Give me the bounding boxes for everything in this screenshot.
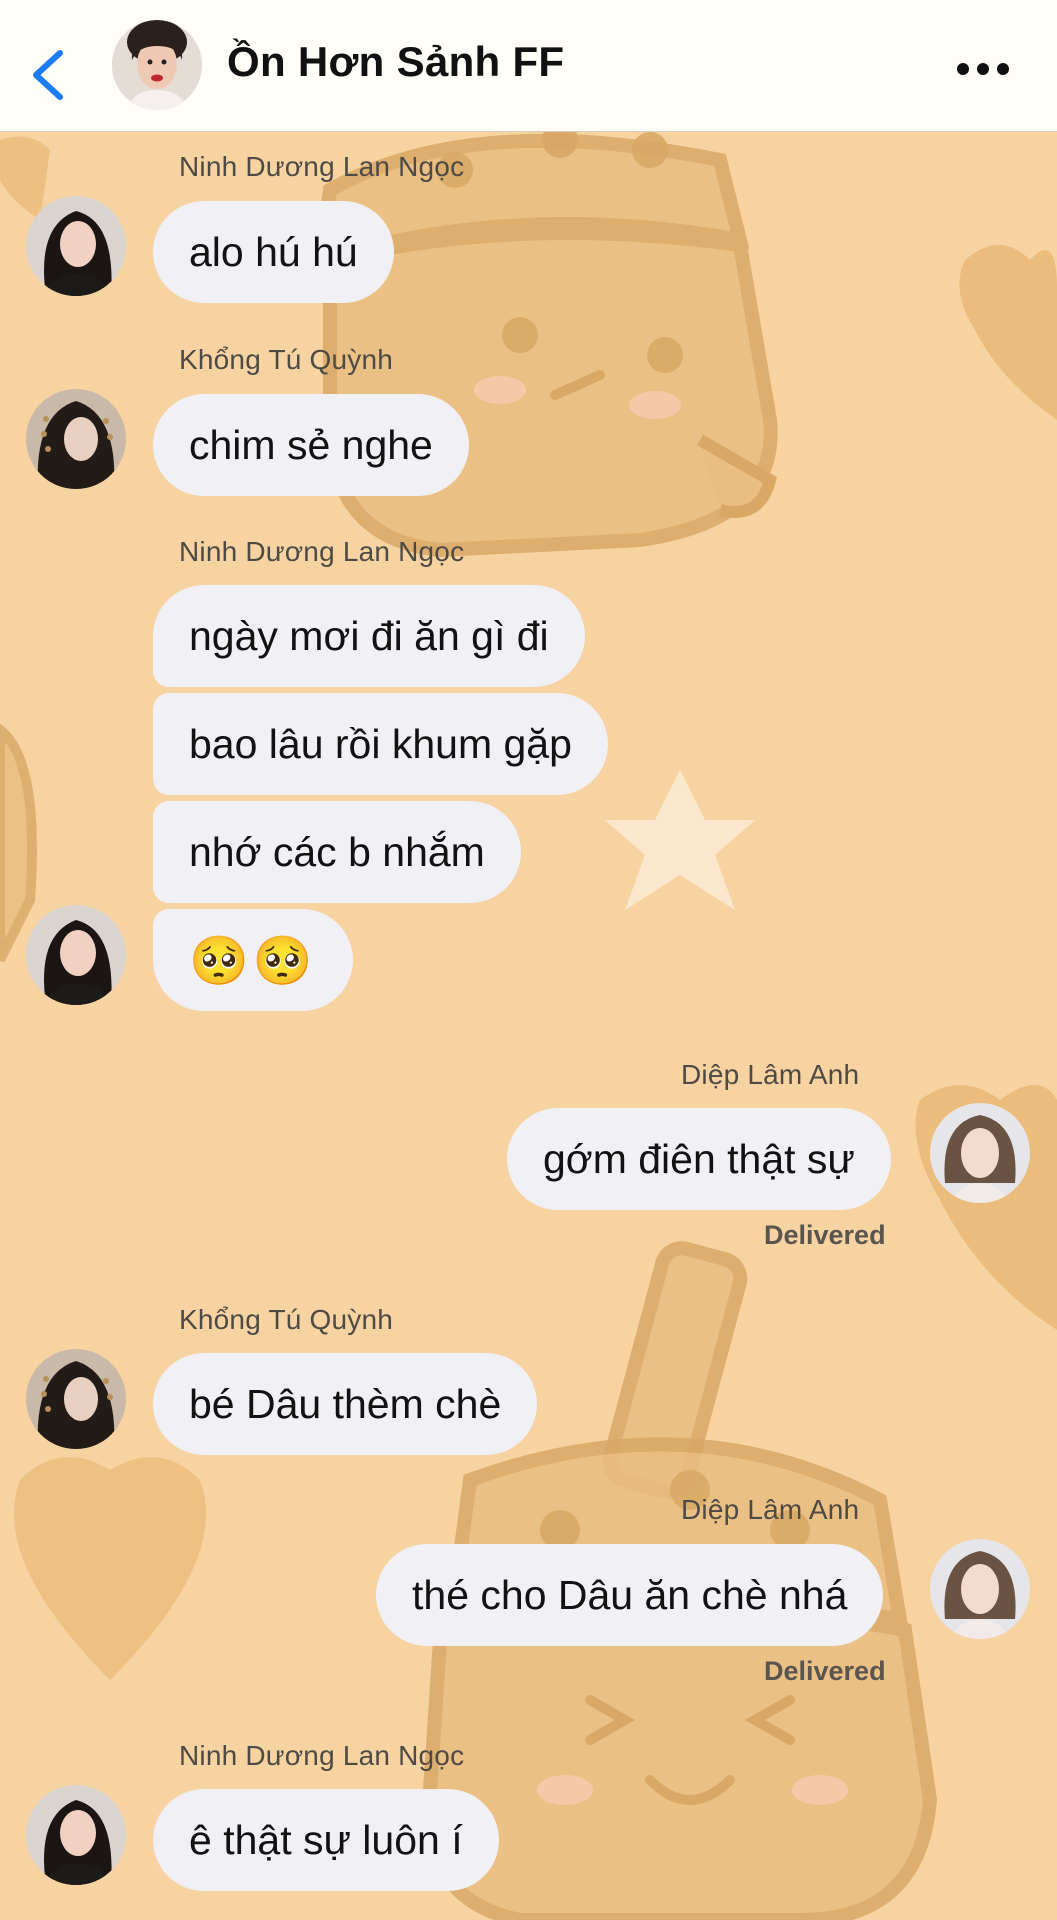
avatar-lan-ngoc[interactable] [26,196,126,296]
sender-name: Ninh Dương Lan Ngọc [179,151,465,182]
sender-name: Ninh Dương Lan Ngọc [179,536,465,567]
sender-name: Diệp Lâm Anh [681,1494,860,1525]
avatar-tu-quynh[interactable] [26,389,126,489]
message-bubble[interactable]: bé Dâu thèm chè [153,1353,538,1455]
message-bubble[interactable]: bao lâu rồi khum gặp [153,693,608,795]
more-horizontal-icon [957,63,1009,75]
avatar-lan-ngoc[interactable] [26,905,126,1005]
message-bubble[interactable]: ngày mơi đi ăn gì đi [153,585,585,687]
chat-header: Ồn Hơn Sảnh FF [0,0,1057,132]
back-button[interactable] [26,45,76,105]
message-bubble[interactable]: chim sẻ nghe [153,394,469,496]
conversation-title[interactable]: Ồn Hơn Sảnh FF [227,38,564,86]
avatar-diep-lam-anh[interactable] [930,1103,1030,1203]
emoji-message-bubble[interactable]: 🥺🥺 [153,909,353,1011]
message-bubble-sent[interactable]: thé cho Dâu ăn chè nhá [376,1544,884,1646]
avatar-lan-ngoc[interactable] [26,1785,126,1885]
avatar-tu-quynh[interactable] [26,1349,126,1449]
message-thread: Ninh Dương Lan Ngọc alo hú hú Khổng Tú Q… [0,0,1057,1920]
message-bubble[interactable]: ê thật sự luôn í [153,1789,499,1891]
group-avatar[interactable] [112,20,202,110]
avatar-diep-lam-anh[interactable] [930,1539,1030,1639]
more-options-button[interactable] [955,58,1011,80]
sender-name: Diệp Lâm Anh [681,1059,860,1090]
message-bubble[interactable]: alo hú hú [153,201,394,303]
delivered-status: Delivered [764,1656,886,1686]
message-bubble-sent[interactable]: gớm điên thật sự [507,1108,891,1210]
sender-name: Khổng Tú Quỳnh [179,1304,393,1335]
delivered-status: Delivered [764,1220,886,1250]
chevron-left-icon [33,50,63,100]
message-bubble[interactable]: nhớ các b nhắm [153,801,521,903]
sender-name: Khổng Tú Quỳnh [179,344,393,375]
sender-name: Ninh Dương Lan Ngọc [179,1740,465,1771]
